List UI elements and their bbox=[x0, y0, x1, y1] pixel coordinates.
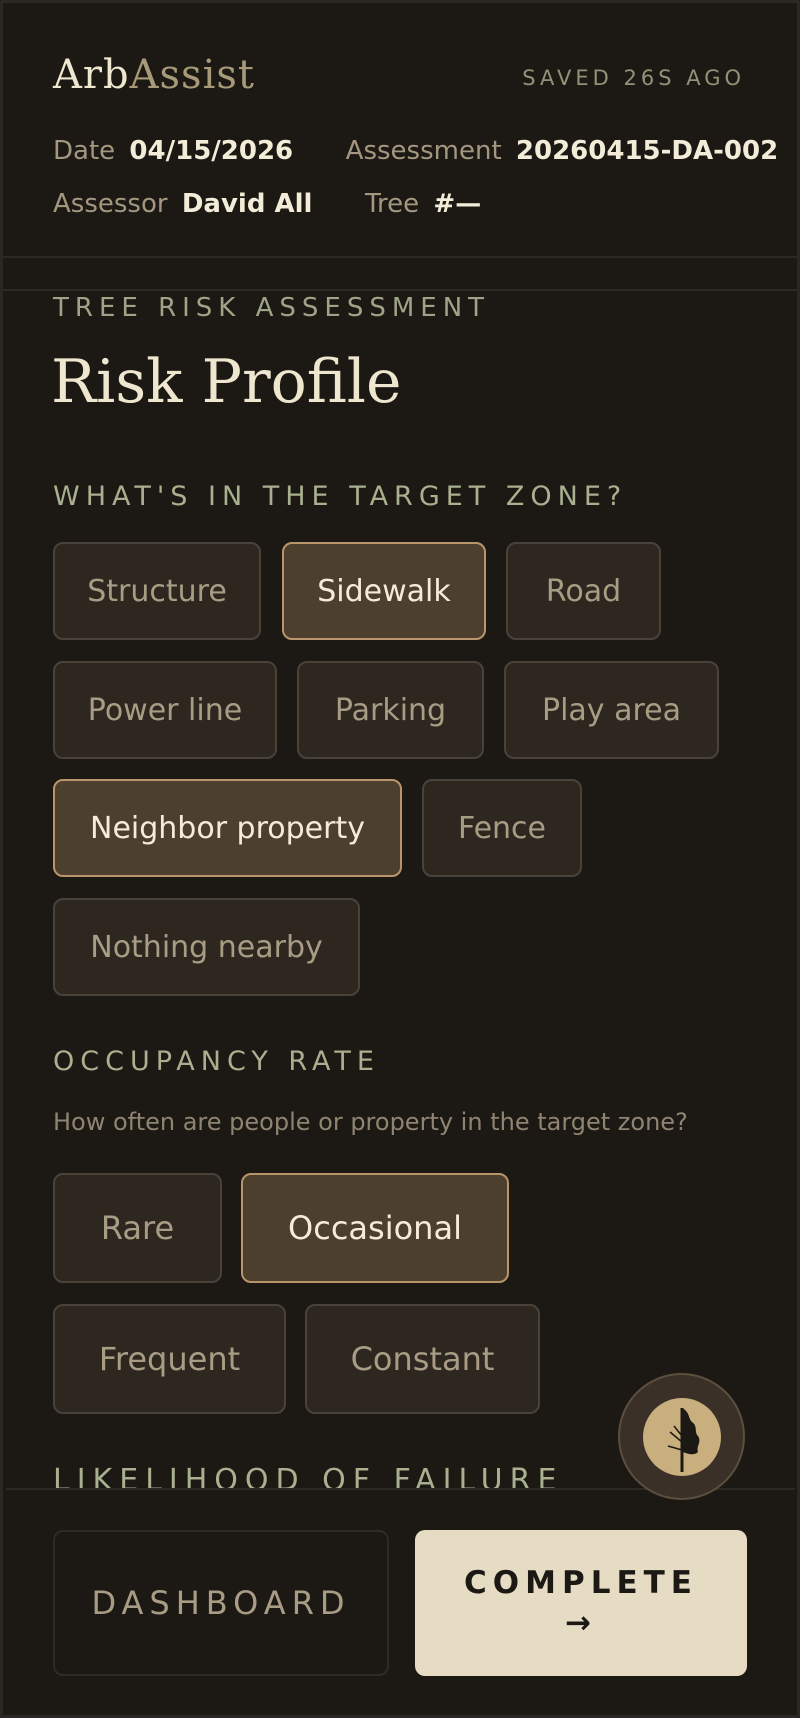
brand-part2: Assist bbox=[129, 52, 255, 98]
target-option-power-line[interactable]: Power line bbox=[53, 661, 277, 759]
page-title: Risk Profile bbox=[51, 347, 402, 417]
complete-button-label: COMPLETE bbox=[464, 1565, 698, 1601]
meta-row-2: Assessor David All Tree #— bbox=[53, 189, 481, 219]
occupancy-subtitle: How often are people or property in the … bbox=[53, 1108, 688, 1136]
assessment-value: 20260415-DA-002 bbox=[515, 136, 779, 166]
target-option-structure[interactable]: Structure bbox=[53, 542, 261, 640]
target-option-neighbor-property[interactable]: Neighbor property bbox=[53, 779, 402, 877]
date-value: 04/15/2026 bbox=[129, 136, 294, 166]
date-label: Date bbox=[53, 136, 116, 166]
occupancy-option-constant[interactable]: Constant bbox=[305, 1304, 540, 1414]
assessor-label: Assessor bbox=[53, 189, 168, 219]
target-option-play-area[interactable]: Play area bbox=[504, 661, 719, 759]
tree-label: Tree bbox=[364, 189, 420, 219]
target-option-road[interactable]: Road bbox=[506, 542, 661, 640]
occupancy-heading: OCCUPANCY RATE bbox=[53, 1046, 380, 1077]
occupancy-option-rare[interactable]: Rare bbox=[53, 1173, 222, 1283]
target-option-parking[interactable]: Parking bbox=[297, 661, 484, 759]
occupancy-option-frequent[interactable]: Frequent bbox=[53, 1304, 286, 1414]
header-divider-2 bbox=[3, 289, 797, 291]
target-option-fence[interactable]: Fence bbox=[422, 779, 582, 877]
assessor-value: David All bbox=[181, 189, 313, 219]
app-logo: ArbAssist bbox=[53, 52, 255, 98]
target-zone-heading: WHAT'S IN THE TARGET ZONE? bbox=[53, 481, 628, 512]
arrow-right-icon: → bbox=[565, 1605, 597, 1641]
saved-status: SAVED 26S AGO bbox=[522, 66, 745, 90]
footer-bar: DASHBOARD COMPLETE → bbox=[6, 1488, 795, 1715]
tree-fab-button[interactable] bbox=[618, 1373, 745, 1500]
target-option-nothing-nearby[interactable]: Nothing nearby bbox=[53, 898, 360, 996]
complete-button[interactable]: COMPLETE → bbox=[415, 1530, 747, 1676]
dashboard-button[interactable]: DASHBOARD bbox=[53, 1530, 389, 1676]
assessment-label: Assessment bbox=[345, 136, 502, 166]
tree-icon bbox=[642, 1397, 721, 1476]
target-option-sidewalk[interactable]: Sidewalk bbox=[282, 542, 486, 640]
app-header: ArbAssist SAVED 26S AGO Date 04/15/2026 … bbox=[6, 6, 795, 256]
occupancy-option-occasional[interactable]: Occasional bbox=[241, 1173, 509, 1283]
header-divider bbox=[3, 256, 797, 258]
meta-row-1: Date 04/15/2026 Assessment 20260415-DA-0… bbox=[53, 136, 778, 166]
page-eyebrow: TREE RISK ASSESSMENT bbox=[53, 293, 491, 323]
tree-value: #— bbox=[433, 189, 482, 219]
progress-steps bbox=[3, 235, 797, 265]
app-frame: ArbAssist SAVED 26S AGO Date 04/15/2026 … bbox=[0, 0, 800, 1718]
brand-part1: Arb bbox=[53, 52, 130, 98]
